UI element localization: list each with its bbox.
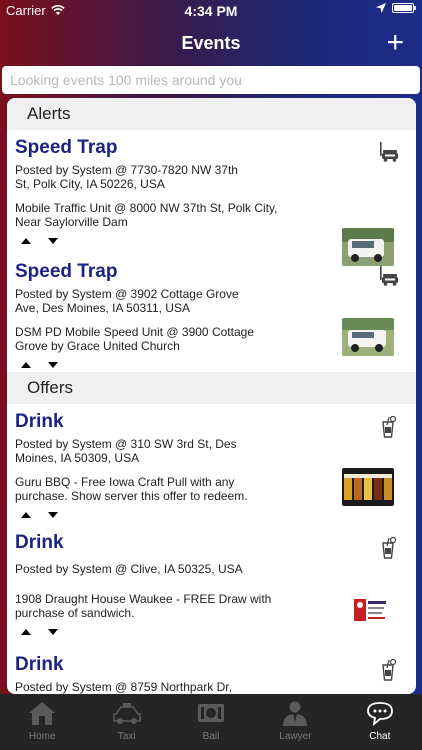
tab-label: Lawyer bbox=[279, 731, 312, 742]
section-header-alerts: Alerts bbox=[7, 98, 416, 130]
upvote-icon[interactable] bbox=[21, 629, 31, 635]
item-description: Mobile Traffic Unit @ 8000 NW 37th St, P… bbox=[15, 201, 278, 229]
item-title: Drink bbox=[15, 532, 64, 553]
item-title: Drink bbox=[15, 654, 64, 675]
chat-icon bbox=[366, 702, 393, 726]
location-arrow-icon bbox=[376, 3, 386, 13]
vote-controls bbox=[15, 229, 409, 255]
tab-bar: Home Taxi Bail Lawyer Chat bbox=[0, 694, 422, 750]
list-item[interactable]: Drink Posted by System @ 310 SW 3rd St, … bbox=[7, 404, 416, 525]
list-item[interactable]: Speed Trap Posted by System @ 7730-7820 … bbox=[7, 130, 416, 266]
list-item[interactable]: Speed Trap Posted by System @ 3902 Cotta… bbox=[7, 254, 416, 372]
item-title: Speed Trap bbox=[15, 137, 118, 158]
tab-taxi[interactable]: Taxi bbox=[84, 694, 168, 750]
tab-bail[interactable]: Bail bbox=[169, 694, 253, 750]
tab-label: Home bbox=[28, 731, 56, 742]
item-description: 1908 Draught House Waukee - FREE Draw wi… bbox=[15, 592, 272, 620]
nav-bar: Events + bbox=[0, 22, 422, 66]
tab-label: Chat bbox=[369, 731, 391, 742]
tab-home[interactable]: Home bbox=[0, 694, 84, 750]
item-thumbnail bbox=[342, 318, 394, 356]
item-posted-by: Posted by System @ 3902 Cottage Grove Av… bbox=[15, 287, 239, 315]
item-title: Speed Trap bbox=[15, 261, 118, 282]
vote-controls bbox=[15, 353, 409, 379]
battery-icon bbox=[392, 3, 416, 13]
item-posted-by: Posted by System @ 310 SW 3rd St, Des Mo… bbox=[15, 437, 237, 465]
taxi-icon bbox=[112, 703, 141, 724]
item-title: Drink bbox=[15, 411, 64, 432]
bail-icon bbox=[198, 704, 225, 722]
add-event-button[interactable]: + bbox=[386, 28, 404, 58]
police-car-icon bbox=[380, 142, 398, 162]
list-item[interactable]: Drink Posted by System @ Clive, IA 50325… bbox=[7, 525, 416, 647]
upvote-icon[interactable] bbox=[21, 362, 31, 368]
item-posted-by: Posted by System @ 8759 Northpark Dr, Jo… bbox=[15, 680, 232, 694]
page-title: Events bbox=[181, 33, 241, 53]
drink-icon bbox=[382, 659, 397, 681]
home-icon bbox=[29, 702, 56, 725]
list-item[interactable]: Drink Posted by System @ 8759 Northpark … bbox=[7, 647, 416, 694]
downvote-icon[interactable] bbox=[48, 512, 58, 518]
status-time: 4:34 PM bbox=[184, 3, 238, 19]
upvote-icon[interactable] bbox=[21, 238, 31, 244]
vote-controls bbox=[15, 620, 409, 646]
downvote-icon[interactable] bbox=[48, 238, 58, 244]
police-car-icon bbox=[380, 266, 398, 286]
downvote-icon[interactable] bbox=[48, 629, 58, 635]
drink-icon bbox=[382, 537, 397, 559]
tab-label: Bail bbox=[202, 731, 220, 742]
tab-chat[interactable]: Chat bbox=[338, 694, 422, 750]
lawyer-icon bbox=[283, 701, 308, 726]
item-posted-by: Posted by System @ 7730-7820 NW 37th St,… bbox=[15, 163, 238, 191]
tab-label: Taxi bbox=[117, 731, 136, 742]
drink-icon bbox=[382, 416, 397, 438]
events-list: Alerts Speed Trap Posted by System @ 773… bbox=[7, 98, 416, 694]
search-input[interactable] bbox=[2, 66, 420, 94]
search-bar bbox=[2, 66, 420, 94]
downvote-icon[interactable] bbox=[48, 362, 58, 368]
tab-lawyer[interactable]: Lawyer bbox=[253, 694, 337, 750]
status-bar: Carrier 4:34 PM bbox=[0, 0, 422, 22]
item-description: Guru BBQ - Free Iowa Craft Pull with any… bbox=[15, 475, 248, 503]
upvote-icon[interactable] bbox=[21, 512, 31, 518]
item-description: DSM PD Mobile Speed Unit @ 3900 Cottage … bbox=[15, 325, 254, 353]
item-thumbnail bbox=[342, 468, 394, 506]
item-posted-by: Posted by System @ Clive, IA 50325, USA bbox=[15, 562, 243, 576]
